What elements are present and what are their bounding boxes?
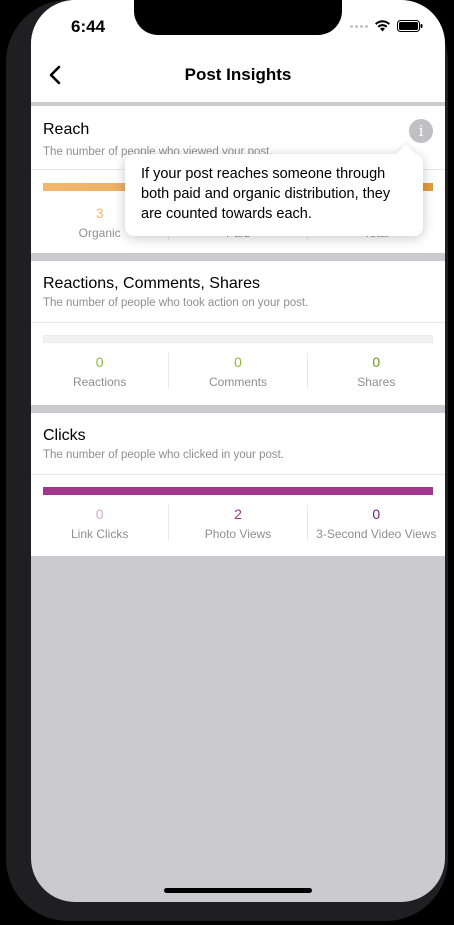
navigation-bar: Post Insights <box>31 50 445 102</box>
metric-label: Shares <box>357 375 396 389</box>
notch <box>134 0 342 35</box>
metric-label: Comments <box>208 375 267 389</box>
screen: 6:44 Post Insights Reach The number of p… <box>31 0 445 902</box>
clicks-section: Clicks The number of people who clicked … <box>31 413 445 556</box>
metric-label: Reactions <box>72 375 127 389</box>
reach-title: Reach <box>43 121 90 138</box>
info-tooltip: If your post reaches someone through bot… <box>125 144 423 236</box>
metric-value: 0 <box>372 354 381 370</box>
engagement-title: Reactions, Comments, Shares <box>43 275 260 292</box>
metric-label: 3-Second Video Views <box>316 527 437 541</box>
wifi-icon <box>375 20 390 32</box>
metric-value: 0 <box>95 506 104 522</box>
metric-label: Photo Views <box>204 527 272 541</box>
metric-photo-views: 2 Photo Views <box>168 505 306 541</box>
status-bar: 6:44 <box>31 0 445 50</box>
metric-value: 0 <box>95 354 104 370</box>
signal-icon <box>350 24 368 28</box>
engagement-subtitle: The number of people who took action on … <box>43 297 309 309</box>
metric-link-clicks: 0 Link Clicks <box>31 505 168 541</box>
clicks-bar <box>43 487 433 495</box>
metric-value: 0 <box>234 354 242 370</box>
metric-label: Link Clicks <box>70 527 129 541</box>
metric-video-views: 0 3-Second Video Views <box>306 505 445 541</box>
divider <box>31 322 445 323</box>
metric-value: 2 <box>234 506 242 522</box>
page-title: Post Insights <box>184 65 292 84</box>
divider <box>31 474 445 475</box>
home-indicator[interactable] <box>164 888 312 893</box>
engagement-bar <box>43 335 433 343</box>
engagement-metrics: 0 Reactions 0 Comments 0 Shares <box>31 353 445 389</box>
clicks-subtitle: The number of people who clicked in your… <box>43 449 284 461</box>
info-icon[interactable]: i <box>409 119 433 143</box>
metric-comments: 0 Comments <box>168 353 306 389</box>
battery-icon <box>397 20 423 32</box>
clicks-metrics: 0 Link Clicks 2 Photo Views 0 3-Second V… <box>31 505 445 541</box>
tooltip-text: If your post reaches someone through bot… <box>141 166 391 222</box>
metric-value: 0 <box>372 506 381 522</box>
metric-reactions: 0 Reactions <box>31 353 168 389</box>
status-time: 6:44 <box>71 17 106 36</box>
clicks-title: Clicks <box>43 427 86 444</box>
metric-shares: 0 Shares <box>306 353 445 389</box>
phone-frame: 6:44 Post Insights Reach The number of p… <box>6 0 448 921</box>
engagement-section: Reactions, Comments, Shares The number o… <box>31 261 445 405</box>
status-icons <box>350 20 423 32</box>
